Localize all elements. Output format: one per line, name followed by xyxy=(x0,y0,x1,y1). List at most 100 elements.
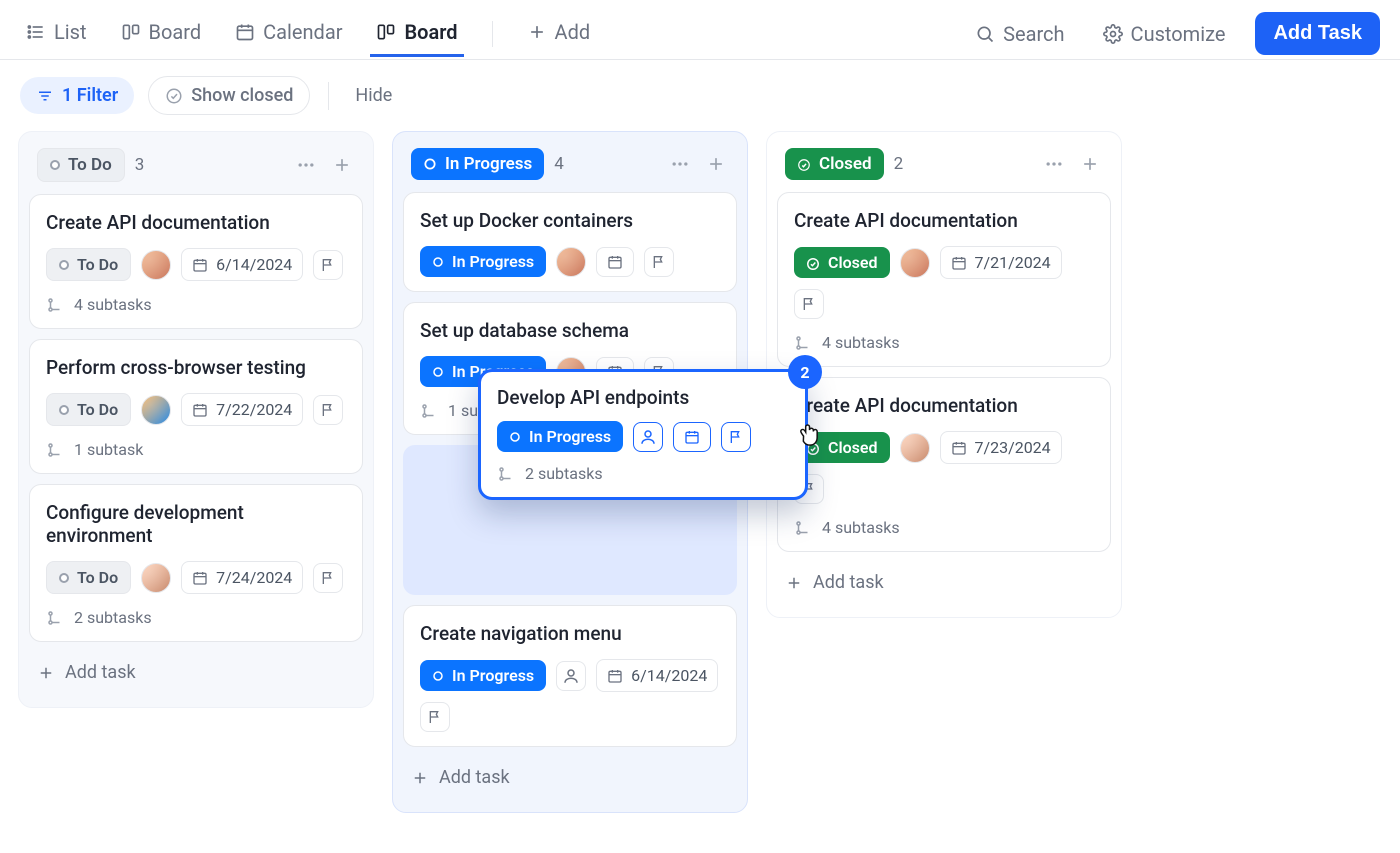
subtasks-row[interactable]: 4 subtasks xyxy=(46,295,346,314)
subtasks-row[interactable]: 2 subtasks xyxy=(46,608,346,627)
column-header: In Progress 4 xyxy=(403,142,737,192)
due-date-chip[interactable]: 7/23/2024 xyxy=(940,431,1062,464)
task-status-chip[interactable]: To Do xyxy=(46,561,131,594)
calendar-icon xyxy=(235,22,255,42)
due-date-chip[interactable]: 7/24/2024 xyxy=(181,561,303,594)
task-card[interactable]: Set up Docker containers In Progress xyxy=(403,192,737,292)
add-task-row[interactable]: Add task xyxy=(777,562,1111,603)
column-in-progress: In Progress 4 Set up Docker containers I… xyxy=(392,131,748,813)
view-tab-board-active[interactable]: Board xyxy=(370,10,463,57)
assignee-avatar[interactable] xyxy=(141,250,171,280)
task-status-chip[interactable]: In Progress xyxy=(420,356,546,387)
subtasks-icon xyxy=(46,296,64,314)
column-add-button[interactable] xyxy=(703,151,729,177)
task-status-chip[interactable]: Closed xyxy=(794,247,890,278)
divider xyxy=(492,21,493,47)
add-task-row[interactable]: Add task xyxy=(29,652,363,693)
status-chip-progress[interactable]: In Progress xyxy=(411,148,544,180)
priority-chip[interactable] xyxy=(794,289,824,319)
task-status-chip[interactable]: To Do xyxy=(46,248,131,281)
show-closed-label: Show closed xyxy=(191,85,293,106)
add-task-row[interactable]: Add task xyxy=(403,757,737,798)
priority-chip[interactable] xyxy=(313,250,343,280)
column-menu-button[interactable] xyxy=(667,151,693,177)
search-button[interactable]: Search xyxy=(967,16,1072,52)
hide-button[interactable]: Hide xyxy=(347,79,400,112)
customize-button[interactable]: Customize xyxy=(1095,16,1234,52)
priority-chip[interactable] xyxy=(313,395,343,425)
task-card[interactable]: Create API documentation To Do 6/14/2024… xyxy=(29,194,363,329)
priority-chip[interactable] xyxy=(313,563,343,593)
task-card[interactable]: Perform cross-browser testing To Do 7/22… xyxy=(29,339,363,474)
due-date-chip[interactable] xyxy=(596,357,634,387)
show-closed-pill[interactable]: Show closed xyxy=(148,76,310,115)
task-status-chip[interactable]: In Progress xyxy=(420,246,546,277)
assignee-avatar[interactable] xyxy=(556,357,586,387)
due-date-chip[interactable]: 6/14/2024 xyxy=(181,248,303,281)
task-status-chip[interactable]: In Progress xyxy=(420,660,546,691)
status-chip-closed[interactable]: Closed xyxy=(785,148,884,180)
column-add-button[interactable] xyxy=(1077,151,1103,177)
subtasks-row[interactable]: 1 subtask xyxy=(46,440,346,459)
priority-chip[interactable] xyxy=(644,247,674,277)
assignee-avatar[interactable] xyxy=(141,563,171,593)
status-label: Closed xyxy=(819,154,872,174)
assignee-avatar[interactable] xyxy=(556,247,586,277)
view-tab-label: Calendar xyxy=(263,20,342,44)
check-circle-icon xyxy=(165,87,183,105)
add-view-button[interactable]: Add xyxy=(521,10,597,57)
calendar-icon xyxy=(192,570,208,586)
plus-icon xyxy=(411,769,429,787)
due-date-chip[interactable]: 7/22/2024 xyxy=(181,393,303,426)
priority-chip[interactable] xyxy=(420,702,450,732)
add-task-button[interactable]: Add Task xyxy=(1255,12,1380,55)
calendar-icon xyxy=(192,402,208,418)
gear-icon xyxy=(1103,24,1123,44)
assignee-empty[interactable] xyxy=(556,661,586,691)
user-icon xyxy=(562,667,580,685)
search-icon xyxy=(975,24,995,44)
customize-label: Customize xyxy=(1131,22,1226,46)
subtasks-row[interactable]: 4 subtasks xyxy=(794,518,1094,537)
check-icon xyxy=(806,441,820,455)
view-tab-label: Board xyxy=(404,20,457,44)
column-add-button[interactable] xyxy=(329,152,355,178)
status-dot-icon xyxy=(59,573,69,583)
flag-icon xyxy=(320,257,336,273)
column-menu-button[interactable] xyxy=(293,152,319,178)
column-count: 4 xyxy=(554,154,564,174)
view-tab-calendar[interactable]: Calendar xyxy=(229,10,348,57)
task-card[interactable]: Configure development environment To Do … xyxy=(29,484,363,642)
due-date-chip[interactable] xyxy=(596,247,634,277)
subtasks-row[interactable]: 4 subtasks xyxy=(794,333,1094,352)
task-status-chip[interactable]: To Do xyxy=(46,393,131,426)
priority-chip[interactable] xyxy=(644,357,674,387)
assignee-avatar[interactable] xyxy=(141,395,171,425)
task-title: Perform cross-browser testing xyxy=(46,356,346,379)
task-card[interactable]: Create API documentation Closed 7/23/202… xyxy=(777,377,1111,552)
column-menu-button[interactable] xyxy=(1041,151,1067,177)
progress-icon xyxy=(432,670,444,682)
due-date-chip[interactable]: 7/21/2024 xyxy=(940,246,1062,279)
subtasks-icon xyxy=(420,402,438,420)
task-card[interactable]: Create API documentation Closed 7/21/202… xyxy=(777,192,1111,367)
subtasks-row[interactable]: 1 subtask xyxy=(420,401,720,420)
assignee-avatar[interactable] xyxy=(900,248,930,278)
flag-icon xyxy=(801,481,817,497)
column-count: 3 xyxy=(135,155,145,175)
due-date-chip[interactable]: 6/14/2024 xyxy=(596,659,718,692)
column-count: 2 xyxy=(894,154,904,174)
calendar-icon xyxy=(192,257,208,273)
task-card[interactable]: Set up database schema In Progress 1 sub… xyxy=(403,302,737,435)
status-chip-todo[interactable]: To Do xyxy=(37,148,125,182)
priority-chip[interactable] xyxy=(794,474,824,504)
filter-pill[interactable]: 1 Filter xyxy=(20,77,134,114)
plus-icon xyxy=(785,574,803,592)
status-dot-icon xyxy=(50,160,60,170)
assignee-avatar[interactable] xyxy=(900,433,930,463)
task-card[interactable]: Create navigation menu In Progress 6/14/… xyxy=(403,605,737,747)
task-status-chip[interactable]: Closed xyxy=(794,432,890,463)
view-tab-label: Board xyxy=(149,20,202,44)
view-tab-board[interactable]: Board xyxy=(115,10,208,57)
view-tab-list[interactable]: List xyxy=(20,10,93,57)
